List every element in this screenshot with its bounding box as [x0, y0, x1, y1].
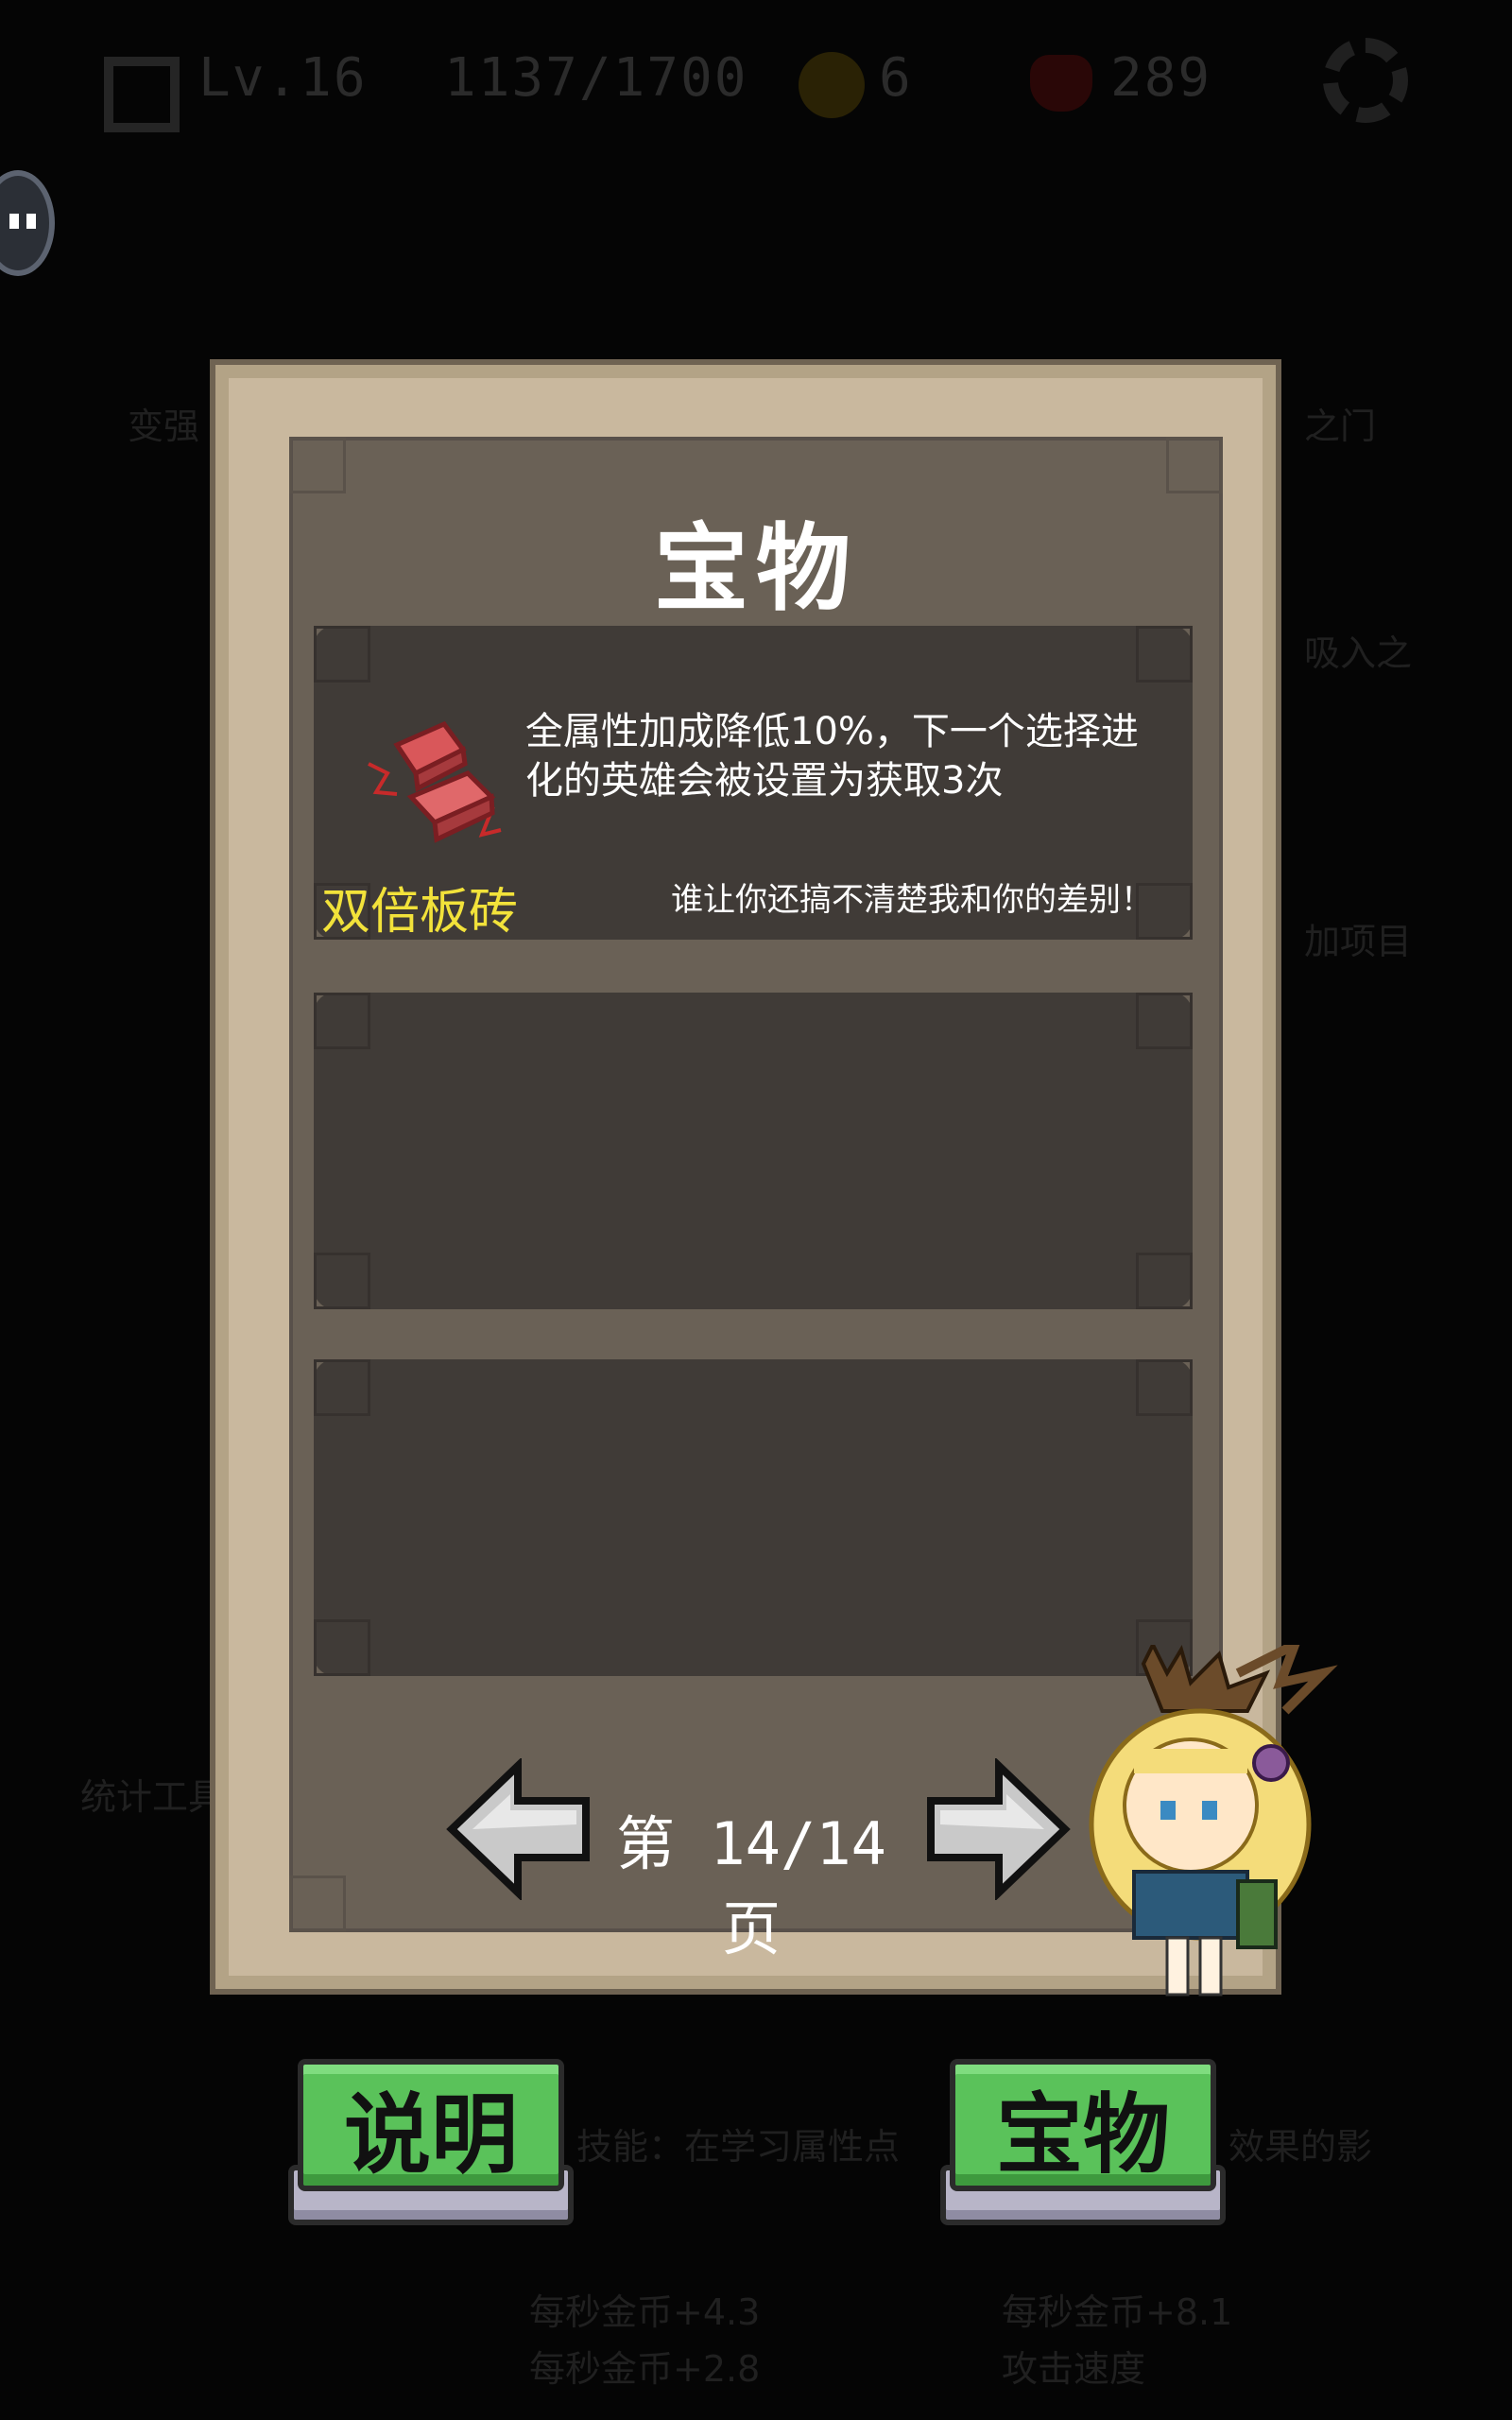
treasure-button-label: 宝物 [995, 2084, 1170, 2186]
panel-corner [289, 437, 346, 493]
bg-stat-line: 攻击速度 [1002, 2348, 1146, 2390]
bg-effect-text: 效果的影 [1228, 2126, 1373, 2168]
panel-corner [289, 1876, 346, 1932]
panel-corner [1166, 437, 1223, 493]
slot-corner [1136, 1359, 1193, 1416]
hud-level: Lv.16 [198, 47, 368, 109]
bg-stat-line: 每秒金币+2.8 [529, 2348, 761, 2390]
bg-stat-line: 每秒金币+8.1 [1002, 2291, 1233, 2333]
bg-label-stats: 统计工具 [80, 1776, 225, 1818]
top-hud: Lv.16 1137/1700 6 289 [0, 0, 1512, 180]
treasure-quote: 谁让你还搞不清楚我和你的差别！ [671, 881, 1153, 919]
slot-corner [314, 626, 370, 683]
treasure-name: 双倍板砖 [321, 884, 519, 941]
treasure-slot-3-empty[interactable] [314, 1359, 1193, 1676]
slot-corner [1136, 626, 1193, 683]
bg-label-extra: 加项目 [1304, 921, 1413, 962]
bg-label-absorb: 吸入之 [1304, 632, 1413, 674]
slot-corner [1136, 993, 1193, 1049]
bg-label-gate: 之门 [1304, 406, 1377, 447]
character-sprite [1089, 1645, 1338, 1996]
slot-corner [1136, 1253, 1193, 1309]
slot-corner [314, 1619, 370, 1676]
coin-icon [799, 52, 865, 118]
bg-skill-text: 技能：在学习属性点 [576, 2126, 901, 2168]
bg-stat-line: 每秒金币+4.3 [529, 2291, 761, 2333]
treasure-slot-2-empty[interactable] [314, 993, 1193, 1309]
gear-icon[interactable] [1323, 38, 1408, 123]
heart-icon [1030, 55, 1092, 112]
grid-icon [104, 57, 180, 132]
panel-title: 宝物 [654, 513, 858, 624]
slot-corner [314, 1253, 370, 1309]
prev-page-arrow-icon[interactable] [444, 1758, 595, 1900]
treasure-description: 全属性加成降低10%，下一个选择进化的英雄会被设置为获取3次 [525, 710, 1139, 803]
slot-corner [314, 1359, 370, 1416]
bricks-icon [368, 720, 502, 843]
next-page-arrow-icon[interactable] [921, 1758, 1073, 1900]
hud-coins: 6 [879, 47, 913, 109]
page-indicator: 第 14/14 页 [616, 1809, 886, 1963]
hud-hearts: 289 [1110, 47, 1212, 109]
help-button[interactable]: 说明 [288, 2051, 574, 2225]
treasure-button[interactable]: 宝物 [940, 2051, 1226, 2225]
hud-xp: 1137/1700 [444, 47, 748, 109]
bg-label-upgrade: 变强 [128, 406, 200, 447]
slot-corner [314, 993, 370, 1049]
help-button-label: 说明 [343, 2084, 518, 2186]
